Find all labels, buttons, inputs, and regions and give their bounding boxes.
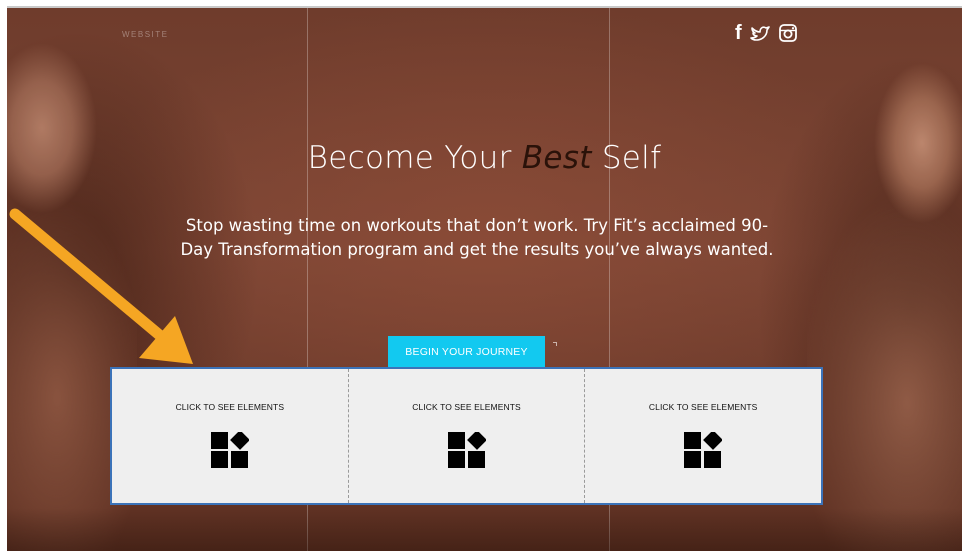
hero-subtext: Stop wasting time on workouts that don’t… — [180, 216, 774, 259]
strip-column[interactable]: CLICK TO SEE ELEMENTS — [112, 369, 348, 503]
column-label: CLICK TO SEE ELEMENTS — [648, 402, 758, 412]
twitter-icon[interactable] — [749, 22, 770, 44]
background-shadow — [7, 508, 962, 551]
begin-journey-button[interactable]: BEGIN YOUR JOURNEY — [388, 336, 545, 367]
column-label: CLICK TO SEE ELEMENTS — [175, 402, 285, 412]
add-elements-icon[interactable] — [684, 432, 723, 468]
add-elements-icon[interactable] — [447, 432, 486, 468]
social-links: f — [735, 22, 798, 44]
facebook-icon[interactable]: f — [735, 22, 742, 44]
strip-column[interactable]: CLICK TO SEE ELEMENTS — [584, 369, 821, 503]
hero-headline: Become Your Best Self — [7, 140, 962, 176]
website-preview: WEBSITE f Become Your Best Self Stop was… — [7, 6, 962, 551]
instagram-icon[interactable] — [778, 22, 798, 44]
strip-selection[interactable]: CLICK TO SEE ELEMENTS CLICK TO SEE ELEME… — [110, 367, 823, 505]
headline-text: Become Your — [307, 140, 522, 176]
background-figure-right — [807, 23, 962, 551]
headline-emphasis: Best — [521, 140, 592, 176]
column-label: CLICK TO SEE ELEMENTS — [412, 402, 521, 412]
add-elements-icon[interactable] — [210, 432, 249, 468]
resize-handle-icon[interactable] — [553, 342, 557, 346]
site-logo[interactable]: WEBSITE — [122, 30, 169, 39]
headline-text: Self — [591, 140, 662, 176]
strip-column[interactable]: CLICK TO SEE ELEMENTS — [347, 369, 585, 503]
